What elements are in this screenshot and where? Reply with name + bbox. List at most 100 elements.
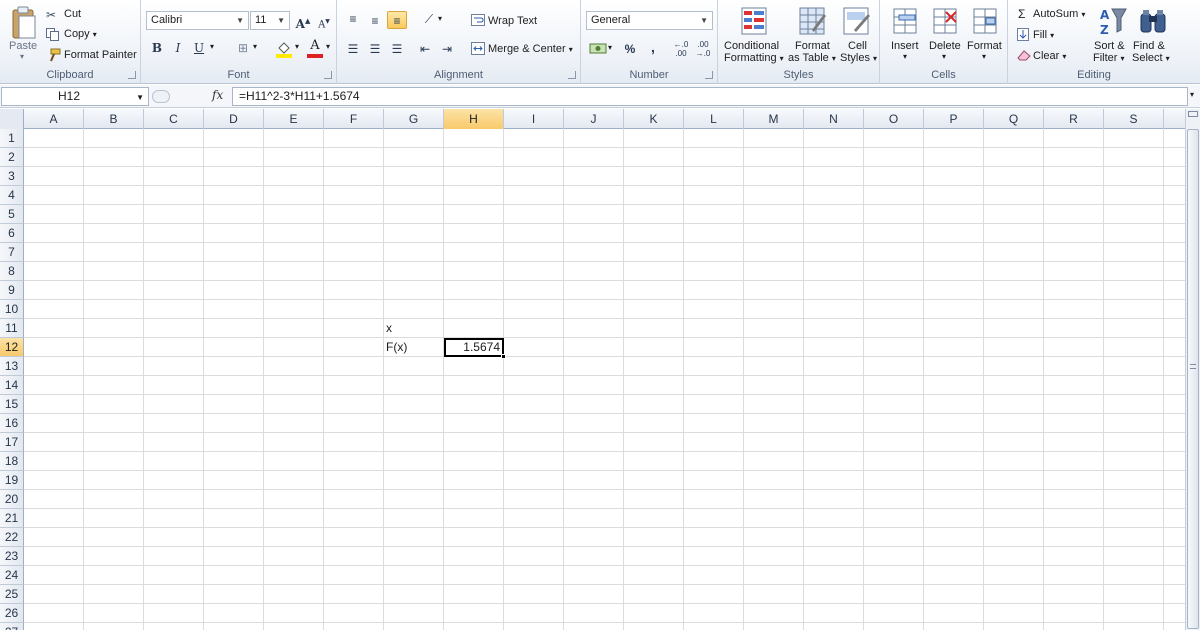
row-header-26[interactable]: 26	[0, 604, 24, 623]
fill-handle[interactable]	[501, 354, 506, 359]
font-family-select[interactable]: Calibri ▼	[146, 11, 249, 30]
cut-button[interactable]: Cut	[64, 8, 81, 20]
underline-dropdown-arrow[interactable]: ▾	[210, 42, 214, 51]
find-select-button[interactable]: Select ▾	[1132, 52, 1170, 64]
insert-button[interactable]: Insert	[891, 40, 919, 52]
row-header-3[interactable]: 3	[0, 167, 24, 186]
row-header-1[interactable]: 1	[0, 129, 24, 148]
column-header-k[interactable]: K	[624, 109, 684, 129]
align-top-icon[interactable]: ≡	[343, 10, 363, 28]
row-header-21[interactable]: 21	[0, 509, 24, 528]
paste-icon[interactable]	[10, 6, 36, 40]
name-box[interactable]: H12 ▼	[1, 87, 149, 106]
formula-input[interactable]: =H11^2-3*H11+1.5674	[232, 87, 1188, 106]
column-header-o[interactable]: O	[864, 109, 924, 129]
cell-styles-button[interactable]: Styles ▾	[840, 52, 877, 64]
font-color-dropdown-arrow[interactable]: ▾	[326, 42, 330, 51]
format-as-table-icon[interactable]	[798, 6, 828, 38]
formula-bar-expand-icon[interactable]	[152, 90, 170, 103]
row-header-18[interactable]: 18	[0, 452, 24, 471]
row-header-14[interactable]: 14	[0, 376, 24, 395]
cell-g12[interactable]: F(x)	[384, 338, 444, 357]
alignment-launcher-icon[interactable]	[568, 71, 576, 79]
merge-center-button[interactable]: Merge & Center ▾	[488, 43, 573, 55]
format-button[interactable]: Format	[967, 40, 1002, 52]
grow-font-icon[interactable]: A▲	[293, 12, 313, 31]
scrollbar-thumb[interactable]	[1187, 129, 1199, 629]
format-dropdown-arrow[interactable]: ▾	[982, 52, 986, 61]
row-header-6[interactable]: 6	[0, 224, 24, 243]
column-header-b[interactable]: B	[84, 109, 144, 129]
format-painter-button[interactable]: Format Painter	[64, 49, 137, 61]
align-center-icon[interactable]: ☰	[365, 40, 385, 58]
number-format-select[interactable]: General ▼	[586, 11, 713, 30]
font-launcher-icon[interactable]	[324, 71, 332, 79]
underline-button[interactable]: U	[189, 39, 209, 57]
row-header-16[interactable]: 16	[0, 414, 24, 433]
formula-bar-collapse-icon[interactable]: ▾	[1190, 90, 1194, 99]
fill-button[interactable]: Fill ▾	[1033, 29, 1054, 41]
find-select-label[interactable]: Find &	[1133, 40, 1165, 52]
conditional-formatting-button[interactable]: Formatting ▾	[724, 52, 784, 64]
accounting-format-icon[interactable]	[589, 41, 607, 55]
comma-style-button[interactable]: ,	[643, 38, 663, 56]
sort-filter-label[interactable]: Sort &	[1094, 40, 1125, 52]
increase-decimal-icon[interactable]: ←.0.00	[671, 40, 691, 58]
orientation-dropdown-arrow[interactable]: ▾	[438, 14, 442, 23]
row-header-13[interactable]: 13	[0, 357, 24, 376]
row-header-4[interactable]: 4	[0, 186, 24, 205]
align-middle-icon[interactable]: ≡	[365, 12, 385, 30]
align-left-icon[interactable]: ☰	[343, 40, 363, 58]
split-box-icon[interactable]	[1188, 111, 1198, 117]
row-header-5[interactable]: 5	[0, 205, 24, 224]
column-header-a[interactable]: A	[24, 109, 84, 129]
row-header-8[interactable]: 8	[0, 262, 24, 281]
row-header-27[interactable]: 27	[0, 623, 24, 630]
row-header-23[interactable]: 23	[0, 547, 24, 566]
clear-button[interactable]: Clear ▾	[1033, 50, 1066, 62]
paste-dropdown-arrow[interactable]: ▾	[20, 52, 24, 61]
column-header-e[interactable]: E	[264, 109, 324, 129]
row-header-17[interactable]: 17	[0, 433, 24, 452]
increase-indent-icon[interactable]: ⇥	[437, 40, 457, 58]
copy-button[interactable]: Copy ▾	[64, 28, 97, 40]
column-header-i[interactable]: I	[504, 109, 564, 129]
cell-styles-label[interactable]: Cell	[848, 40, 867, 52]
column-header-f[interactable]: F	[324, 109, 384, 129]
clipboard-launcher-icon[interactable]	[128, 71, 136, 79]
row-header-22[interactable]: 22	[0, 528, 24, 547]
fill-color-dropdown-arrow[interactable]: ▾	[295, 42, 299, 51]
delete-cells-icon[interactable]	[932, 6, 960, 36]
cell-g11[interactable]: x	[384, 319, 444, 338]
column-header-c[interactable]: C	[144, 109, 204, 129]
percent-style-button[interactable]: %	[620, 40, 640, 58]
row-header-24[interactable]: 24	[0, 566, 24, 585]
column-header-r[interactable]: R	[1044, 109, 1104, 129]
orientation-icon[interactable]: ⟋	[419, 10, 439, 28]
wrap-text-button[interactable]: Wrap Text	[488, 15, 537, 27]
autosum-button[interactable]: AutoSum ▾	[1033, 8, 1085, 20]
column-header-s[interactable]: S	[1104, 109, 1164, 129]
vertical-scrollbar[interactable]	[1185, 109, 1200, 630]
conditional-formatting-label[interactable]: Conditional	[724, 40, 779, 52]
delete-button[interactable]: Delete	[929, 40, 961, 52]
column-header-h[interactable]: H	[444, 109, 504, 129]
decrease-indent-icon[interactable]: ⇤	[415, 40, 435, 58]
insert-dropdown-arrow[interactable]: ▾	[903, 52, 907, 61]
cell-area[interactable]: x F(x) 1.5674	[24, 129, 1185, 630]
row-header-2[interactable]: 2	[0, 148, 24, 167]
column-header-l[interactable]: L	[684, 109, 744, 129]
sort-filter-button[interactable]: Filter ▾	[1093, 52, 1125, 64]
column-header-g[interactable]: G	[384, 109, 444, 129]
borders-dropdown-arrow[interactable]: ▾	[253, 42, 257, 51]
row-header-20[interactable]: 20	[0, 490, 24, 509]
align-right-icon[interactable]: ☰	[387, 40, 407, 58]
paste-button[interactable]: Paste	[9, 40, 37, 52]
insert-function-button[interactable]: fx	[212, 88, 223, 102]
cell-styles-icon[interactable]	[842, 6, 872, 38]
row-header-12[interactable]: 12	[0, 338, 24, 357]
column-header-j[interactable]: J	[564, 109, 624, 129]
format-cells-icon[interactable]	[972, 6, 1000, 36]
conditional-formatting-icon[interactable]	[740, 6, 770, 38]
bold-button[interactable]: B	[147, 39, 167, 57]
